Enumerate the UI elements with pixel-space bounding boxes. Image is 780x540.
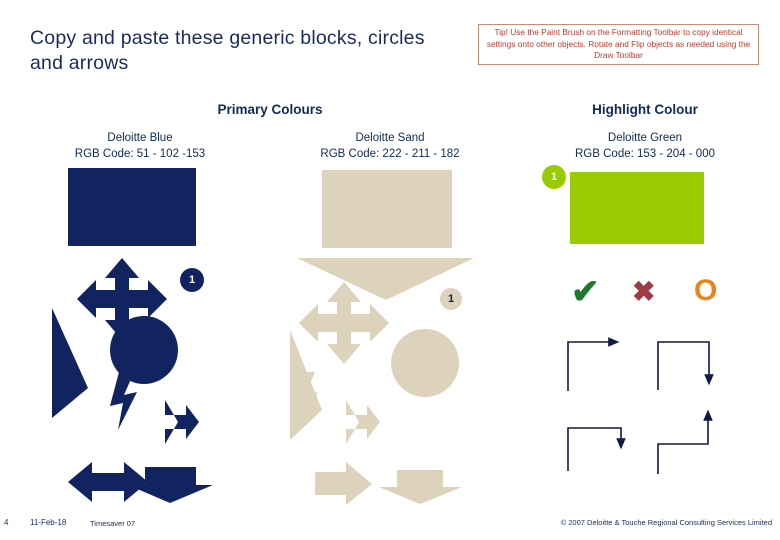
colour-label-deloitte-sand: Deloitte Sand RGB Code: 222 - 211 - 182 — [270, 130, 510, 162]
triangle-wedge-sand — [290, 330, 322, 440]
number-badge-sand[interactable]: 1 — [440, 288, 462, 310]
footer-deck-name: Timesaver 07 — [90, 519, 136, 528]
colour-name-deloitte-sand: Deloitte Sand — [355, 132, 425, 144]
double-arrow-blue — [68, 462, 148, 502]
page-title: Copy and paste these generic blocks, cir… — [30, 27, 425, 74]
tip-callout-text: Tip! Use the Paint Brush on the Formatti… — [486, 27, 751, 61]
lightning-bolt-blue — [110, 372, 137, 430]
slide-canvas: Copy and paste these generic blocks, cir… — [0, 0, 780, 540]
colour-rgb-deloitte-blue: RGB Code: 51 - 102 -153 — [74, 148, 206, 160]
rectangle-shape-blue[interactable] — [68, 168, 196, 246]
connector-elbow-right-down — [657, 341, 714, 390]
triangle-wedge-blue — [52, 308, 88, 418]
connector-elbow-up-right — [567, 337, 620, 391]
connector-elbow-right-up — [657, 409, 713, 474]
four-way-arrow-blue — [77, 258, 167, 340]
colour-label-deloitte-blue: Deloitte Blue RGB Code: 51 - 102 -153 — [30, 130, 250, 162]
colour-label-deloitte-green: Deloitte Green RGB Code: 153 - 204 - 000 — [520, 130, 770, 162]
section-heading-highlight: Highlight Colour — [592, 102, 698, 117]
right-arrow-blue — [165, 400, 199, 444]
number-badge-green[interactable]: 1 — [542, 165, 566, 189]
tip-callout-box: Tip! Use the Paint Brush on the Formatti… — [478, 24, 759, 65]
circle-mark-icon[interactable]: O — [694, 276, 717, 306]
four-way-arrow-sand — [299, 282, 389, 364]
footer-copyright: © 2007 Deloitte & Touche Regional Consul… — [560, 518, 772, 527]
rectangle-shape-sand[interactable] — [322, 170, 452, 248]
colour-name-deloitte-green: Deloitte Green — [607, 132, 683, 144]
right-arrow-sand — [346, 400, 380, 444]
down-arrow-sand — [379, 470, 462, 504]
rectangle-shape-green[interactable] — [570, 172, 704, 244]
lightning-bolt-sand — [291, 372, 318, 430]
section-heading-primary: Primary Colours — [217, 102, 323, 117]
tick-mark-icon[interactable]: ✔ — [571, 275, 600, 309]
shape-library — [52, 258, 714, 505]
footer-date: 11-Feb-18 — [30, 518, 67, 527]
down-arrow-blue — [128, 467, 213, 503]
colour-rgb-deloitte-green: RGB Code: 153 - 204 - 000 — [575, 148, 715, 160]
cross-mark-icon[interactable]: ✖ — [632, 278, 655, 306]
circle-shape-sand — [391, 329, 459, 397]
number-badge-blue[interactable]: 1 — [180, 268, 204, 292]
colour-name-deloitte-blue: Deloitte Blue — [107, 132, 173, 144]
colour-rgb-deloitte-sand: RGB Code: 222 - 211 - 182 — [320, 148, 460, 160]
right-arrow-block-sand — [315, 462, 372, 505]
footer-page-number: 4 — [4, 518, 9, 527]
circle-shape-blue — [110, 316, 178, 384]
connector-elbow-right-down-2 — [567, 427, 626, 471]
